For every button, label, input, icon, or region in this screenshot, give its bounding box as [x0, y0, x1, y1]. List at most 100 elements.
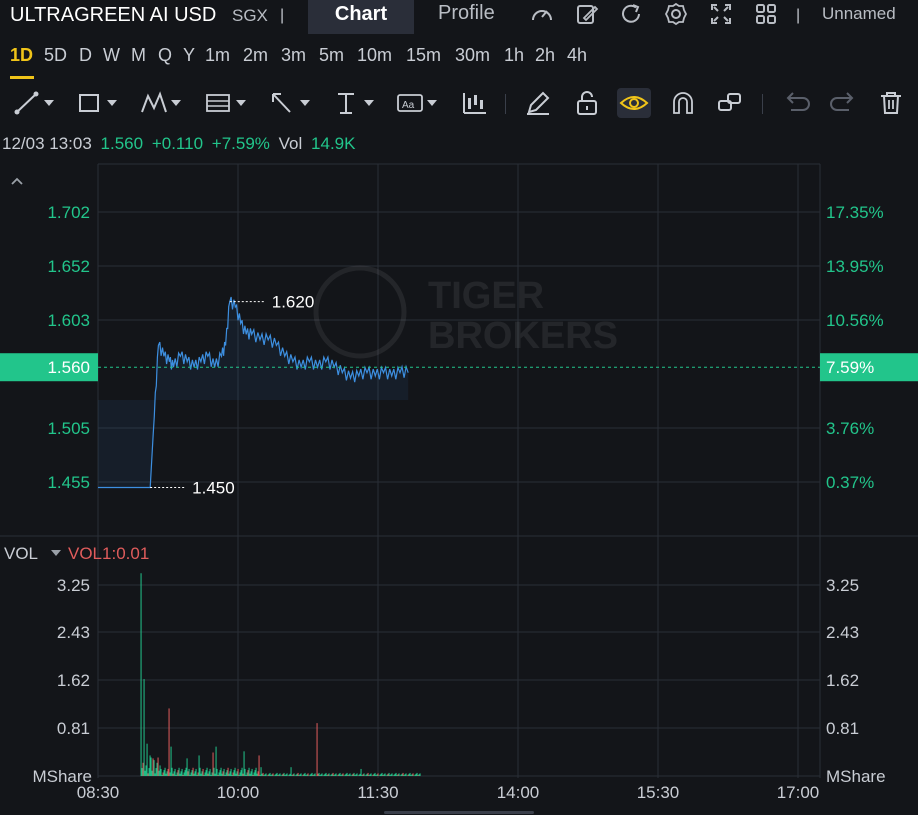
- horizontal-scrollbar[interactable]: [384, 811, 534, 814]
- volume-bar: [310, 773, 312, 776]
- volume-bar: [244, 768, 246, 776]
- volume-bar: [383, 774, 385, 776]
- volume-bar: [298, 775, 300, 776]
- volume-bar: [293, 773, 295, 776]
- volume-bar: [295, 774, 297, 776]
- volume-bar: [290, 767, 292, 776]
- volume-bar: [344, 774, 346, 776]
- watermark-line-1: TIGER: [428, 275, 544, 317]
- volume-bar: [184, 770, 186, 776]
- volume-bar: [217, 774, 219, 776]
- volume-bar: [325, 772, 327, 776]
- volume-bar: [279, 773, 281, 776]
- volume-bar: [408, 773, 410, 776]
- collapse-chevron-icon[interactable]: [11, 177, 23, 185]
- volume-bar: [285, 774, 287, 776]
- volume-bar: [314, 773, 316, 776]
- volume-bar: [401, 773, 403, 776]
- volume-axis-left: 3.25 2.43 1.62 0.81 MShare: [32, 576, 92, 786]
- volume-bar: [289, 773, 291, 776]
- price-chart[interactable]: TIGER BROKERS 1.620 1.450 1.702 1.652 1.…: [0, 0, 918, 815]
- volume-bar: [267, 774, 269, 776]
- current-pct-tag-text: 7.59%: [826, 358, 874, 377]
- volume-bar: [147, 773, 149, 776]
- volume-bar: [195, 768, 197, 776]
- volume-bar: [361, 775, 363, 776]
- volume-bar: [415, 773, 417, 776]
- high-label: 1.620: [272, 293, 315, 312]
- volume-dropdown-icon[interactable]: [51, 550, 61, 556]
- volume-bar: [398, 773, 400, 776]
- volume-bar: [312, 775, 314, 776]
- volume-bar: [297, 772, 299, 776]
- volume-bar: [306, 774, 308, 776]
- volume-bar: [291, 775, 293, 776]
- volume-bar: [278, 774, 280, 776]
- volume-bar: [253, 772, 255, 776]
- price-axis-left: 1.702 1.652 1.603 1.505 1.455: [47, 203, 90, 492]
- volume-bar: [155, 768, 157, 776]
- volume-bar: [272, 773, 274, 776]
- volume-bar: [190, 772, 192, 776]
- volume-bar: [259, 774, 261, 776]
- volume-bar: [251, 768, 253, 776]
- volume-bar: [207, 773, 209, 776]
- volume-bar: [183, 772, 185, 776]
- low-label: 1.450: [192, 478, 235, 497]
- time-tick: 14:00: [497, 783, 540, 802]
- volume-bar: [262, 772, 264, 776]
- volume-bar: [192, 767, 194, 776]
- volume-tick: 0.81: [57, 719, 90, 738]
- volume-bar: [333, 775, 335, 776]
- volume-bar: [274, 774, 276, 776]
- price-tick: 1.702: [47, 203, 90, 222]
- volume-bar: [180, 771, 182, 776]
- volume-bar: [233, 770, 235, 776]
- volume-bar: [185, 767, 187, 776]
- time-tick: 11:30: [357, 783, 398, 802]
- volume-bar: [248, 767, 250, 776]
- watermark-line-2: BROKERS: [428, 315, 618, 357]
- volume-bar: [226, 770, 228, 776]
- volume-bar: [360, 768, 362, 776]
- volume-bar: [256, 773, 258, 776]
- volume-bar: [189, 774, 191, 776]
- volume-bar: [255, 767, 257, 776]
- volume-tick: 2.43: [826, 623, 859, 642]
- volume-bar: [263, 775, 265, 776]
- volume-bar: [179, 773, 181, 776]
- volume-bar: [317, 773, 319, 776]
- volume-bar: [191, 770, 193, 776]
- volume-bar: [416, 772, 418, 776]
- volume-bar: [347, 775, 349, 776]
- volume-bar: [219, 770, 221, 776]
- volume-tick: 3.25: [826, 576, 859, 595]
- volume-bar: [296, 773, 298, 776]
- volume-pane-label: VOL: [4, 544, 38, 563]
- time-tick: 17:00: [777, 783, 820, 802]
- volume-bar: [309, 774, 311, 776]
- volume-bar: [140, 573, 142, 776]
- volume-bar: [407, 774, 409, 776]
- volume-tick: 3.25: [57, 576, 90, 595]
- volume-bar: [148, 768, 150, 776]
- volume-bar: [330, 774, 332, 776]
- volume-bar: [201, 771, 203, 776]
- pct-tick: 3.76%: [826, 419, 874, 438]
- volume-bar: [419, 773, 421, 776]
- volume-bar: [237, 768, 239, 776]
- volume-bar: [142, 762, 144, 776]
- volume-bar: [286, 773, 288, 776]
- volume-bar: [377, 773, 379, 776]
- volume-tick: 1.62: [57, 671, 90, 690]
- pct-tick: 10.56%: [826, 311, 884, 330]
- volume-bar: [197, 772, 199, 776]
- volume-bar: [409, 772, 411, 776]
- volume-bar: [159, 765, 161, 776]
- volume-bar: [228, 773, 230, 776]
- volume-bar: [199, 767, 201, 776]
- volume-bar: [242, 773, 244, 776]
- volume-bar: [144, 770, 146, 776]
- volume-bar: [230, 768, 232, 776]
- volume-bar: [335, 773, 337, 776]
